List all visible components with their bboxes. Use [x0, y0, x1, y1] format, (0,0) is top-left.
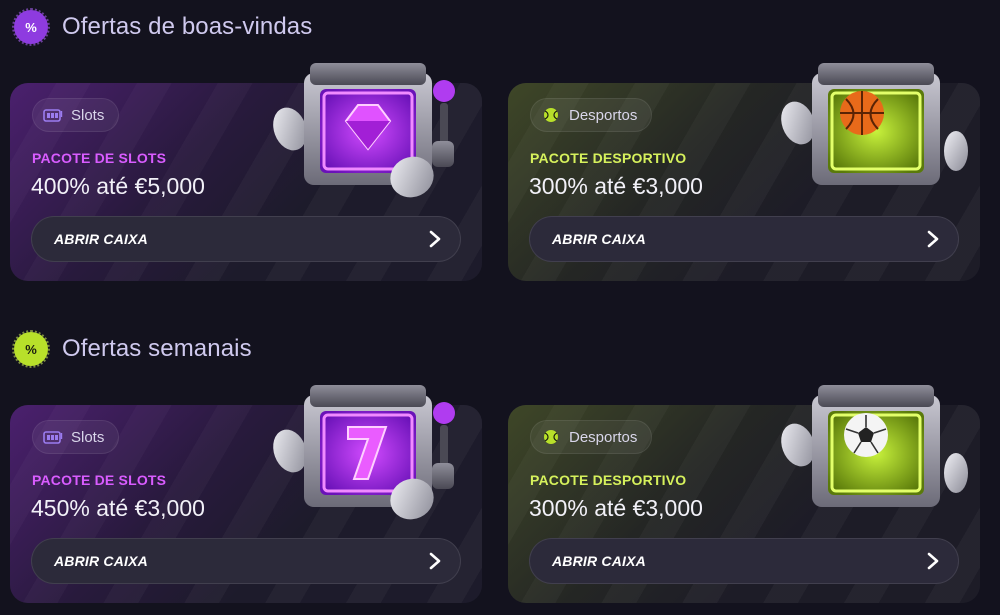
offer-card-sports[interactable]: Desportos PACOTE DESPORTIVO 300% até €3,…: [508, 385, 980, 603]
treasure-chest-basketball-icon: [781, 63, 968, 185]
slot-machine-icon: [43, 429, 63, 445]
open-box-button[interactable]: ABRIR CAIXA: [529, 216, 959, 262]
package-label: PACOTE DE SLOTS: [32, 472, 167, 488]
chevron-right-icon: [927, 552, 939, 570]
section-title: Ofertas semanais: [62, 335, 252, 362]
open-box-label: ABRIR CAIXA: [54, 231, 148, 247]
chevron-right-icon: [429, 552, 441, 570]
welcome-offers-header: % Ofertas de boas-vindas: [12, 8, 313, 46]
tag-label: Slots: [71, 106, 105, 124]
slot-machine-icon: [43, 107, 63, 123]
package-label: PACOTE DE SLOTS: [32, 150, 167, 166]
package-label: PACOTE DESPORTIVO: [530, 150, 687, 166]
open-box-button[interactable]: ABRIR CAIXA: [31, 538, 461, 584]
treasure-chest-gem-icon: [273, 63, 455, 198]
open-box-button[interactable]: ABRIR CAIXA: [31, 216, 461, 262]
treasure-chest-soccer-ball-icon: [781, 385, 968, 507]
open-box-label: ABRIR CAIXA: [54, 553, 148, 569]
open-box-label: ABRIR CAIXA: [552, 231, 646, 247]
chevron-right-icon: [927, 230, 939, 248]
package-amount: 300% até €3,000: [529, 173, 703, 199]
tag-label: Slots: [71, 428, 105, 446]
category-tag-slots: Slots: [32, 98, 120, 132]
package-amount: 300% até €3,000: [529, 495, 703, 521]
offer-card-slots[interactable]: Slots PACOTE DE SLOTS 400% até €5,000 AB…: [10, 63, 482, 281]
package-label: PACOTE DESPORTIVO: [530, 472, 687, 488]
tag-label: Desportos: [569, 428, 638, 446]
open-box-label: ABRIR CAIXA: [552, 553, 646, 569]
tag-label: Desportos: [569, 106, 638, 124]
tennis-ball-icon: [541, 107, 561, 123]
percent-badge-icon: %: [12, 8, 50, 46]
package-amount: 400% até €5,000: [31, 173, 205, 199]
treasure-chest-seven-icon: [273, 385, 455, 520]
category-tag-sports: Desportos: [530, 98, 653, 132]
tennis-ball-icon: [541, 429, 561, 445]
section-title: Ofertas de boas-vindas: [62, 13, 313, 40]
package-amount: 450% até €3,000: [31, 495, 205, 521]
weekly-offers-header: % Ofertas semanais: [12, 330, 252, 368]
percent-badge-icon: %: [12, 330, 50, 368]
offer-card-slots[interactable]: Slots PACOTE DE SLOTS 450% até €3,000 AB…: [10, 385, 482, 603]
category-tag-sports: Desportos: [530, 420, 653, 454]
chevron-right-icon: [429, 230, 441, 248]
category-tag-slots: Slots: [32, 420, 120, 454]
offer-card-sports[interactable]: Desportos PACOTE DESPORTIVO 300% até €3,…: [508, 63, 980, 281]
open-box-button[interactable]: ABRIR CAIXA: [529, 538, 959, 584]
